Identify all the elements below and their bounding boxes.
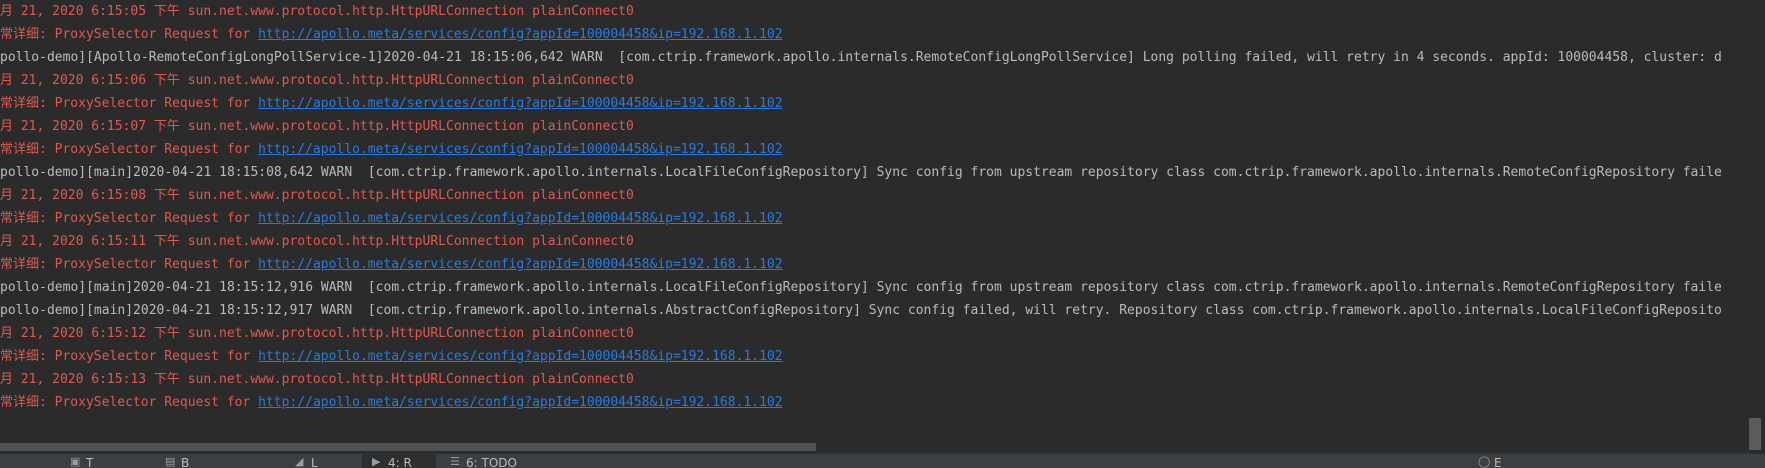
- proxy-log-text: 常详细: ProxySelector Request for: [0, 349, 259, 364]
- todo-icon: ☰: [450, 455, 460, 468]
- list-icon: ◢: [295, 455, 304, 468]
- console-line: 常详细: ProxySelector Request for http://ap…: [0, 138, 1765, 161]
- connect-log-text: 月 21, 2020 6:15:13 下午 sun.net.www.protoc…: [0, 372, 634, 387]
- proxy-log-text: 常详细: ProxySelector Request for: [0, 142, 259, 157]
- config-url-link[interactable]: http://apollo.meta/services/config?appId…: [258, 27, 782, 42]
- tool-tab-run[interactable]: ▶ 4: R: [362, 454, 436, 468]
- tool-tab-todo[interactable]: ☰ 6: TODO: [450, 454, 517, 468]
- proxy-log-text: 常详细: ProxySelector Request for: [0, 27, 259, 42]
- tool-tab-label: 4: R: [388, 456, 412, 468]
- console-line: 月 21, 2020 6:15:12 下午 sun.net.www.protoc…: [0, 322, 1765, 345]
- tool-tab-terminal[interactable]: ▣ T: [70, 454, 93, 468]
- run-console-output[interactable]: 月 21, 2020 6:15:05 下午 sun.net.www.protoc…: [0, 0, 1765, 440]
- tool-tab-label: E: [1494, 456, 1502, 468]
- tool-tab-label: T: [86, 456, 94, 468]
- tool-tab-label: 6: TODO: [466, 456, 517, 468]
- tool-tab-label: L: [311, 456, 318, 468]
- console-line: pollo-demo][main]2020-04-21 18:15:12,916…: [0, 276, 1765, 299]
- proxy-log-text: 常详细: ProxySelector Request for: [0, 211, 259, 226]
- warn-log-text: pollo-demo][main]2020-04-21 18:15:12,917…: [0, 303, 1722, 318]
- console-line: 常详细: ProxySelector Request for http://ap…: [0, 345, 1765, 368]
- console-line: pollo-demo][main]2020-04-21 18:15:08,642…: [0, 161, 1765, 184]
- connect-log-text: 月 21, 2020 6:15:05 下午 sun.net.www.protoc…: [0, 4, 634, 19]
- config-url-link[interactable]: http://apollo.meta/services/config?appId…: [258, 257, 782, 272]
- console-line: 月 21, 2020 6:15:08 下午 sun.net.www.protoc…: [0, 184, 1765, 207]
- console-line: 常详细: ProxySelector Request for http://ap…: [0, 253, 1765, 276]
- config-url-link[interactable]: http://apollo.meta/services/config?appId…: [258, 395, 782, 410]
- horizontal-scrollbar-thumb[interactable]: [0, 443, 816, 451]
- console-line: 常详细: ProxySelector Request for http://ap…: [0, 207, 1765, 230]
- event-log-icon: ◯: [1478, 455, 1491, 468]
- config-url-link[interactable]: http://apollo.meta/services/config?appId…: [258, 96, 782, 111]
- warn-log-text: pollo-demo][main]2020-04-21 18:15:08,642…: [0, 165, 1722, 180]
- horizontal-scrollbar[interactable]: [0, 441, 1748, 451]
- config-url-link[interactable]: http://apollo.meta/services/config?appId…: [258, 142, 782, 157]
- console-line: 月 21, 2020 6:15:06 下午 sun.net.www.protoc…: [0, 69, 1765, 92]
- connect-log-text: 月 21, 2020 6:15:12 下午 sun.net.www.protoc…: [0, 326, 634, 341]
- console-line: 月 21, 2020 6:15:05 下午 sun.net.www.protoc…: [0, 0, 1765, 23]
- console-line: pollo-demo][main]2020-04-21 18:15:12,917…: [0, 299, 1765, 322]
- console-line: 常详细: ProxySelector Request for http://ap…: [0, 92, 1765, 115]
- tool-tab-event-log[interactable]: ◯ E: [1478, 454, 1502, 468]
- console-line: 月 21, 2020 6:15:13 下午 sun.net.www.protoc…: [0, 368, 1765, 391]
- connect-log-text: 月 21, 2020 6:15:06 下午 sun.net.www.protoc…: [0, 73, 634, 88]
- connect-log-text: 月 21, 2020 6:15:08 下午 sun.net.www.protoc…: [0, 188, 634, 203]
- warn-log-text: pollo-demo][Apollo-RemoteConfigLongPollS…: [0, 50, 1722, 65]
- terminal-icon: ▣: [70, 455, 81, 468]
- hammer-icon: ▤: [165, 455, 176, 468]
- console-line: 常详细: ProxySelector Request for http://ap…: [0, 391, 1765, 414]
- config-url-link[interactable]: http://apollo.meta/services/config?appId…: [258, 211, 782, 226]
- proxy-log-text: 常详细: ProxySelector Request for: [0, 395, 259, 410]
- connect-log-text: 月 21, 2020 6:15:11 下午 sun.net.www.protoc…: [0, 234, 634, 249]
- console-line: 月 21, 2020 6:15:11 下午 sun.net.www.protoc…: [0, 230, 1765, 253]
- console-line: 月 21, 2020 6:15:07 下午 sun.net.www.protoc…: [0, 115, 1765, 138]
- connect-log-text: 月 21, 2020 6:15:07 下午 sun.net.www.protoc…: [0, 119, 634, 134]
- config-url-link[interactable]: http://apollo.meta/services/config?appId…: [258, 349, 782, 364]
- proxy-log-text: 常详细: ProxySelector Request for: [0, 96, 259, 111]
- console-line: pollo-demo][Apollo-RemoteConfigLongPollS…: [0, 46, 1765, 69]
- vertical-scrollbar-thumb[interactable]: [1749, 418, 1761, 450]
- tool-tab-label: B: [181, 456, 190, 468]
- run-icon: ▶: [372, 455, 381, 468]
- tool-window-bar: ▣ T ▤ B ◢ L ▶ 4: R ☰ 6: TODO ◯ E: [0, 453, 1765, 468]
- tool-tab-logcat[interactable]: ◢ L: [295, 454, 318, 468]
- tool-tab-build[interactable]: ▤ B: [165, 454, 189, 468]
- console-line: 常详细: ProxySelector Request for http://ap…: [0, 23, 1765, 46]
- warn-log-text: pollo-demo][main]2020-04-21 18:15:12,916…: [0, 280, 1722, 295]
- proxy-log-text: 常详细: ProxySelector Request for: [0, 257, 259, 272]
